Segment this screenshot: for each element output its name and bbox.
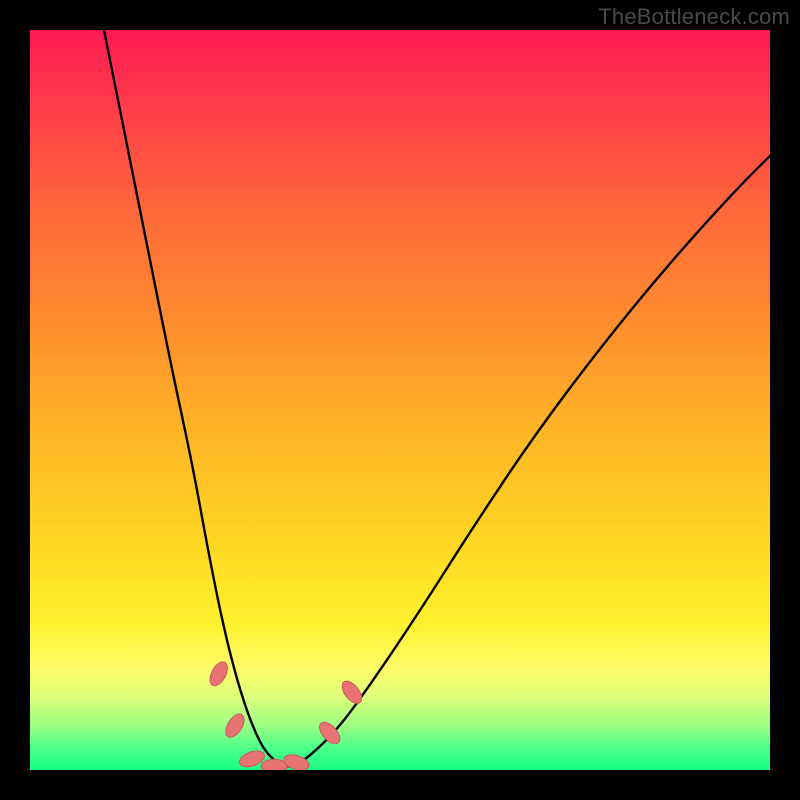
chart-svg <box>30 30 770 770</box>
curve-marker <box>338 678 365 707</box>
curve-marker <box>261 759 287 770</box>
curve-marker <box>316 719 344 748</box>
bottleneck-curve <box>104 30 770 766</box>
curve-marker <box>206 659 231 689</box>
watermark-text: TheBottleneck.com <box>598 4 790 30</box>
curve-marker <box>222 711 248 740</box>
plot-area <box>30 30 770 770</box>
